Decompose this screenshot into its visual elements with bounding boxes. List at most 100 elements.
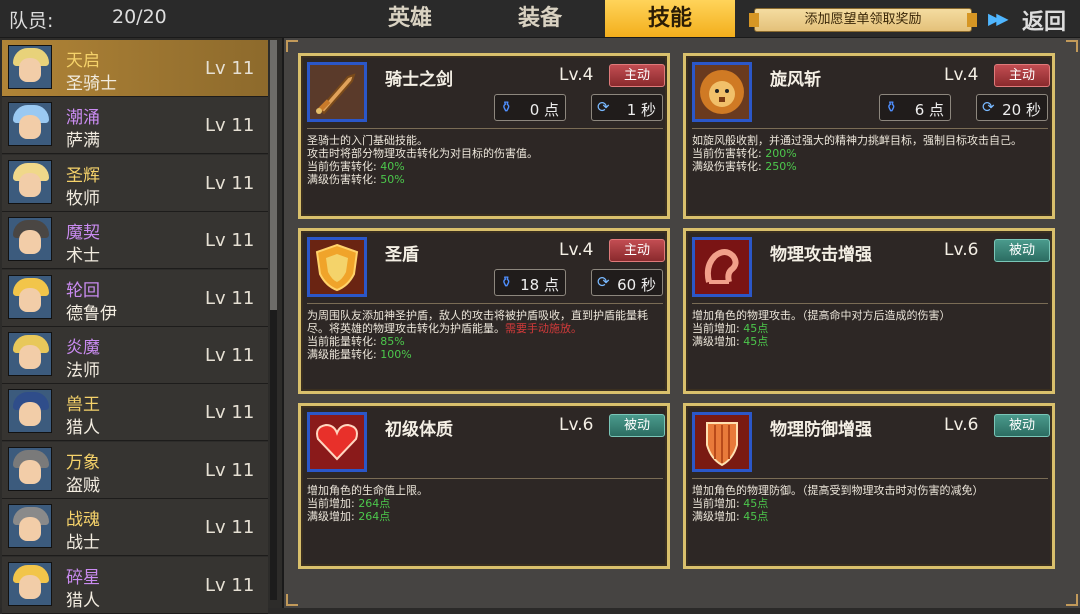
stat-row: 满级伤害转化: 50% xyxy=(307,173,665,186)
stat-value: 264点 xyxy=(358,497,391,510)
mana-potion-icon: ⚱ xyxy=(500,98,513,116)
stat-label: 满级伤害转化: xyxy=(692,160,766,173)
hero-portrait xyxy=(8,446,52,491)
hero-list-scrollbar[interactable] xyxy=(270,40,277,600)
cooldown: ⟳ 20 秒 xyxy=(976,94,1048,121)
hero-list-item[interactable]: 天启 圣骑士 Lv 11 xyxy=(2,40,268,97)
cooldown-value: 20 秒 xyxy=(1002,101,1041,119)
tab-equipment[interactable]: 装备 xyxy=(490,0,590,37)
stat-value: 45点 xyxy=(743,510,769,523)
stat-value: 264点 xyxy=(358,510,391,523)
hero-level: Lv 11 xyxy=(205,517,255,539)
hero-name: 天启 xyxy=(66,51,100,71)
skill-card[interactable]: 旋风斩 Lv.4 主动 ⚱ 6 点 ⟳ 20 秒如旋风般收割，并通过强大的精神力挑衅目标，强… xyxy=(683,53,1055,219)
skill-card[interactable]: 物理防御增强 Lv.6 被动 增加角色的物理防御。（提高受到物理攻击时对伤害的减免）当… xyxy=(683,403,1055,569)
skill-description: 圣骑士的入门基础技能。 攻击时将部分物理攻击转化为对目标的伤害值。 当前伤害转化: … xyxy=(307,134,665,186)
cooldown-icon: ⟳ xyxy=(597,273,610,291)
hero-portrait xyxy=(8,45,52,89)
skill-card[interactable]: 骑士之剑 Lv.4 主动 ⚱ 0 点 ⟳ 1 秒圣骑士的入门基础技能。 攻击时将部分物理攻击转… xyxy=(298,53,670,219)
mana-cost: ⚱ 18 点 xyxy=(494,269,566,296)
portrait-face xyxy=(19,517,41,542)
hero-level: Lv 11 xyxy=(205,574,255,596)
tab-skills[interactable]: 技能 xyxy=(605,0,735,37)
members-label: 队员: xyxy=(9,10,54,32)
hero-list: 天启 圣骑士 Lv 11 潮涌 萨满 Lv 11 圣辉 牧师 Lv 11 魔契 术士 Lv 11 轮回德… xyxy=(0,38,284,614)
skill-card[interactable]: 物理攻击增强 Lv.6 被动 增加角色的物理攻击。（提高命中对方后造成的伤害） 当前增加… xyxy=(683,228,1055,394)
hero-name: 碎星 xyxy=(66,567,100,588)
frame-corner xyxy=(1066,40,1078,52)
skill-name: 物理防御增强 xyxy=(770,420,872,440)
portrait-face xyxy=(19,345,41,369)
back-button[interactable]: 返回 xyxy=(1022,4,1066,36)
hero-class: 德鲁伊 xyxy=(66,303,117,324)
wishlist-reward-button[interactable]: 添加愿望单领取奖励 xyxy=(749,8,977,32)
skill-type-badge: 主动 xyxy=(609,64,665,87)
portrait-face xyxy=(19,459,41,484)
skill-type-badge: 被动 xyxy=(994,239,1050,262)
hero-list-item[interactable]: 万象 盗贼 Lv 11 xyxy=(2,441,268,499)
mana-cost-value: 0 点 xyxy=(529,101,559,119)
cooldown-icon: ⟳ xyxy=(597,98,610,116)
cooldown: ⟳ 1 秒 xyxy=(591,94,663,121)
skill-level: Lv.6 xyxy=(944,240,979,260)
hero-list-item[interactable]: 魔契 术士 Lv 11 xyxy=(2,212,268,270)
skill-type-badge: 主动 xyxy=(994,64,1050,87)
skill-name: 旋风斩 xyxy=(770,70,821,90)
tab-heroes[interactable]: 英雄 xyxy=(360,0,460,37)
skill-description: 增加角色的生命值上限。 当前增加: 264点 满级增加: 264点 xyxy=(307,484,665,523)
frame-corner xyxy=(286,40,298,52)
hero-class: 盗贼 xyxy=(66,475,100,496)
cooldown: ⟳ 60 秒 xyxy=(591,269,663,296)
hero-list-item[interactable]: 炎魔 法师 Lv 11 xyxy=(2,327,268,384)
hero-list-item[interactable]: 潮涌 萨满 Lv 11 xyxy=(2,97,268,155)
hero-class: 战士 xyxy=(66,533,100,554)
hero-level: Lv 11 xyxy=(205,115,255,137)
hero-portrait xyxy=(8,332,52,376)
hero-portrait xyxy=(8,389,52,434)
description-line: 增加角色的生命值上限。 xyxy=(307,484,428,497)
top-bar: 队员: 20/20 英雄 装备 技能 添加愿望单领取奖励 ▶▶ 返回 xyxy=(0,0,1080,39)
divider xyxy=(692,478,1048,479)
double-chevron-right-icon: ▶▶ xyxy=(988,9,1009,28)
skill-level: Lv.4 xyxy=(944,65,979,85)
stat-value: 45点 xyxy=(743,322,769,335)
hero-list-item[interactable]: 兽王 猎人 Lv 11 xyxy=(2,384,268,442)
scroll-thumb[interactable] xyxy=(270,40,277,310)
hero-portrait xyxy=(8,504,52,549)
heart-icon xyxy=(307,412,367,472)
hero-portrait xyxy=(8,561,52,606)
mana-cost-value: 18 点 xyxy=(520,276,559,294)
hero-name: 炎魔 xyxy=(66,338,100,358)
hero-level: Lv 11 xyxy=(205,287,255,309)
portrait-face xyxy=(19,402,41,427)
skill-name: 物理攻击增强 xyxy=(770,245,872,265)
manual-cast-warning: 需要手动施放。 xyxy=(505,322,582,335)
skill-level: Lv.6 xyxy=(559,415,594,435)
hero-name: 圣辉 xyxy=(66,165,100,186)
stat-row: 当前伤害转化: 200% xyxy=(692,147,1050,160)
skill-type-badge: 被动 xyxy=(609,414,665,437)
stat-row: 当前能量转化: 85% xyxy=(307,335,665,348)
skill-card[interactable]: 圣盾 Lv.4 主动 ⚱ 18 点 ⟳ 60 秒为周围队友添加神圣护盾，敌人的攻击将被护盾吸… xyxy=(298,228,670,394)
skill-card[interactable]: 初级体质 Lv.6 被动 增加角色的生命值上限。 当前增加: 264点 满级增加: 264… xyxy=(298,403,670,569)
stat-value: 100% xyxy=(380,348,412,361)
mana-cost: ⚱ 6 点 xyxy=(879,94,951,121)
stat-row: 当前增加: 45点 xyxy=(692,497,1050,510)
stat-value: 40% xyxy=(380,160,405,173)
description-line: 攻击时将部分物理攻击转化为对目标的伤害值。 xyxy=(307,147,538,160)
hero-class: 牧师 xyxy=(66,188,100,209)
mana-potion-icon: ⚱ xyxy=(500,273,513,291)
skill-type-badge: 主动 xyxy=(609,239,665,262)
stat-label: 满级增加: xyxy=(692,510,744,523)
description-line: 为周围队友添加神圣护盾，敌人的攻击将被护盾吸收，直到护盾能量耗尽。将英雄的物理攻… xyxy=(307,309,648,335)
stat-row: 满级增加: 264点 xyxy=(307,510,665,523)
divider xyxy=(307,303,663,304)
hero-list-item[interactable]: 圣辉 牧师 Lv 11 xyxy=(2,154,268,212)
hero-list-item[interactable]: 轮回 德鲁伊 Lv 11 xyxy=(2,269,268,327)
mana-cost-value: 6 点 xyxy=(914,101,944,119)
stat-label: 满级增加: xyxy=(307,510,359,523)
hero-class: 猎人 xyxy=(66,590,100,611)
skill-level: Lv.4 xyxy=(559,65,594,85)
hero-list-item[interactable]: 战魂 战士 Lv 11 xyxy=(2,499,268,557)
hero-list-item[interactable]: 碎星 猎人 Lv 11 xyxy=(2,556,268,614)
